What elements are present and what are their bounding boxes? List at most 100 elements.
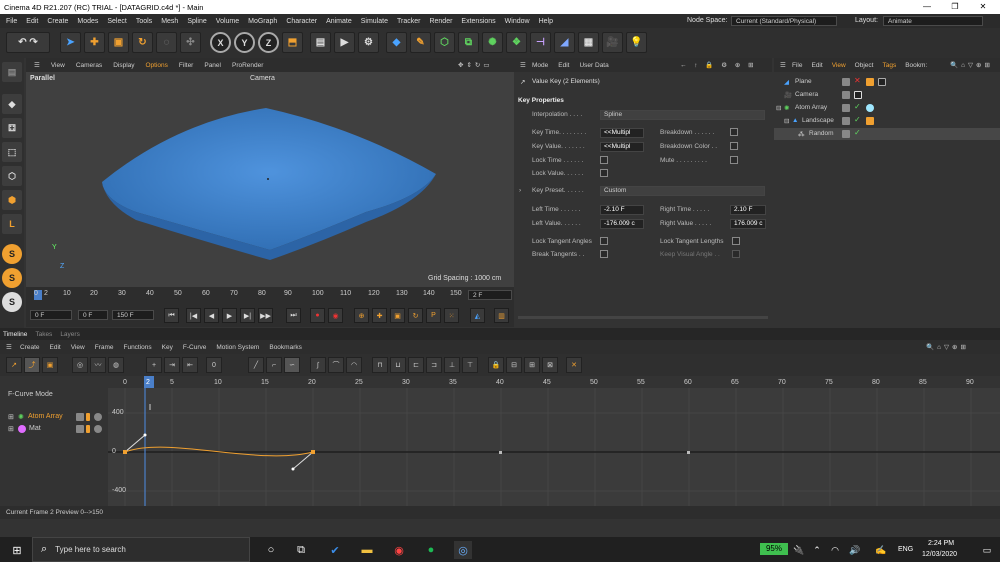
key-shift-icon[interactable]: ⇥	[164, 357, 180, 373]
tl-menu-create[interactable]: Create	[20, 344, 40, 351]
language-indicator[interactable]: ENG	[898, 546, 913, 553]
menu-simulate[interactable]: Simulate	[361, 18, 388, 25]
close-button[interactable]: ✕	[970, 0, 996, 14]
next-key-icon[interactable]: ▶▶	[258, 308, 273, 323]
tag-icon[interactable]	[866, 117, 874, 125]
mograph-icon[interactable]: ❖	[506, 32, 527, 53]
wifi-icon[interactable]: ◠	[826, 541, 844, 559]
previous-frame-icon[interactable]: ◀	[204, 308, 219, 323]
object-row-atom-array[interactable]: ⊟ ✺ Atom Array ✓	[774, 102, 1000, 114]
breakdown-checkbox[interactable]	[730, 128, 738, 136]
object-row-random[interactable]: ⁂ Random ✓	[774, 128, 1000, 140]
timeline-nav-icons[interactable]: 🔍⌂▽⊕⊞	[926, 343, 969, 351]
field-icon[interactable]: ◢	[554, 32, 575, 53]
expand-icon[interactable]: ⊞	[8, 413, 14, 421]
obj-menu-bookmarks[interactable]: Bookm:	[905, 62, 927, 69]
track-enable-icon[interactable]	[76, 413, 84, 421]
visibility-icon[interactable]	[842, 104, 850, 112]
key-remove-icon[interactable]: ⇤	[182, 357, 198, 373]
protection-tag-icon[interactable]	[854, 91, 862, 99]
collapse-icon[interactable]: ⊟	[784, 117, 789, 125]
light-icon[interactable]: 💡	[626, 32, 647, 53]
go-to-start-icon[interactable]: ⏮	[164, 308, 179, 323]
object-row-landscape[interactable]: ⊟ ▲ Landscape ✓	[774, 115, 1000, 127]
tl-menu-edit[interactable]: Edit	[50, 344, 61, 351]
disabled-icon[interactable]: ✕	[854, 76, 862, 85]
right-time-field[interactable]: 2.10 F	[730, 205, 766, 215]
cinema4d-app-icon[interactable]: ◎	[454, 541, 472, 559]
tl-menu-bookmarks[interactable]: Bookmarks	[269, 344, 302, 351]
attr-menu-mode[interactable]: Mode	[532, 62, 548, 69]
render-settings-icon[interactable]: ⚙	[358, 32, 379, 53]
scale-icon[interactable]: ▣	[108, 32, 129, 53]
lock-tangent-icon[interactable]: ⊞	[524, 357, 540, 373]
key-position-icon[interactable]: ✚	[372, 308, 387, 323]
menu-spline[interactable]: Spline	[187, 18, 206, 25]
minimize-button[interactable]: —	[914, 0, 940, 14]
ease-out-icon[interactable]: ⌒	[328, 357, 344, 373]
live-selection-icon[interactable]: ◌	[156, 32, 177, 53]
enabled-check-icon[interactable]: ✓	[854, 102, 862, 111]
vp-menu-options[interactable]: Options	[146, 62, 168, 69]
key-preset-expand-icon[interactable]: ›	[519, 187, 521, 194]
make-editable-icon[interactable]: ▤	[2, 62, 22, 82]
snap-keys-icon[interactable]: ◎	[72, 357, 88, 373]
key-scale-icon[interactable]: ▣	[390, 308, 405, 323]
array-icon[interactable]: ⧉	[458, 32, 479, 53]
key-param-icon[interactable]: P	[426, 308, 441, 323]
break-tangents-checkbox[interactable]	[600, 250, 608, 258]
vp-menu-filter[interactable]: Filter	[179, 62, 193, 69]
landscape-object[interactable]	[26, 72, 514, 287]
solo-icon[interactable]: ◍	[108, 357, 124, 373]
todo-app-icon[interactable]: ✔	[326, 541, 344, 559]
lock-tangent-lengths-checkbox[interactable]	[732, 237, 740, 245]
viewport-menu-icon[interactable]: ☰	[34, 61, 40, 69]
menu-extensions[interactable]: Extensions	[461, 18, 495, 25]
key-rotation-icon[interactable]: ↻	[408, 308, 423, 323]
lock-time-checkbox[interactable]	[600, 156, 608, 164]
recent-tool-icon[interactable]: ✣	[180, 32, 201, 53]
chrome-icon[interactable]: ◉	[390, 541, 408, 559]
scheme-icon[interactable]: ▥	[494, 308, 509, 323]
menu-window[interactable]: Window	[505, 18, 530, 25]
end-frame-field[interactable]: 150 F	[112, 310, 154, 320]
start-frame-field[interactable]: 0 F	[30, 310, 72, 320]
fcurve-mode-icon[interactable]: ⤴	[24, 357, 40, 373]
motion-mode-icon[interactable]: ▣	[42, 357, 58, 373]
viewport[interactable]: Parallel Camera Y Z Grid Spacing : 1000 …	[26, 72, 514, 287]
tangent-overshoot-icon[interactable]: ⊥	[444, 357, 460, 373]
mute-checkbox[interactable]	[730, 156, 738, 164]
linear-icon[interactable]: ╱	[248, 357, 264, 373]
attr-menu-user-data[interactable]: User Data	[579, 62, 608, 69]
render-picture-viewer-icon[interactable]: ▶	[334, 32, 355, 53]
object-nav-icons[interactable]: 🔍⌂▽⊕⊞	[950, 61, 993, 69]
vp-menu-panel[interactable]: Panel	[204, 62, 221, 69]
volume-icon[interactable]: 🔊	[846, 541, 864, 559]
visibility-icon[interactable]	[842, 78, 850, 86]
material-tag-icon[interactable]	[878, 78, 886, 86]
tab-takes[interactable]: Takes	[35, 331, 52, 338]
menu-volume[interactable]: Volume	[216, 18, 239, 25]
obj-menu-file[interactable]: File	[792, 62, 802, 69]
notification-icon[interactable]: ▭	[978, 541, 996, 559]
tag-icon[interactable]	[866, 78, 874, 86]
key-mode-icon[interactable]: ↗	[6, 357, 22, 373]
keyframe-selection-icon[interactable]: ⊕	[354, 308, 369, 323]
key-value-zero-icon[interactable]: 0	[206, 357, 222, 373]
material-tag-icon[interactable]	[866, 104, 874, 112]
track-mat[interactable]: ⊞ Mat	[0, 424, 108, 435]
chevron-up-icon[interactable]: ⌃	[808, 541, 826, 559]
viewport-nav-icons[interactable]: ✥⇕↻▭	[458, 61, 492, 69]
preview-start-field[interactable]: 0 F	[78, 310, 108, 320]
play-icon[interactable]: ▶	[222, 308, 237, 323]
battery-indicator[interactable]: 95%	[760, 543, 788, 555]
previous-key-icon[interactable]: |◀	[186, 308, 201, 323]
track-atom-array[interactable]: ⊞ ✺ Atom Array	[0, 412, 108, 423]
ease-both-icon[interactable]: ◠	[346, 357, 362, 373]
interpolation-icon[interactable]: ◭	[470, 308, 485, 323]
obj-menu-view[interactable]: View	[832, 62, 846, 69]
key-time-field[interactable]: <<Multipl	[600, 128, 644, 138]
polygons-mode-icon[interactable]: ⬢	[2, 190, 22, 210]
cube-icon[interactable]: ◆	[386, 32, 407, 53]
tl-menu-view[interactable]: View	[71, 344, 85, 351]
